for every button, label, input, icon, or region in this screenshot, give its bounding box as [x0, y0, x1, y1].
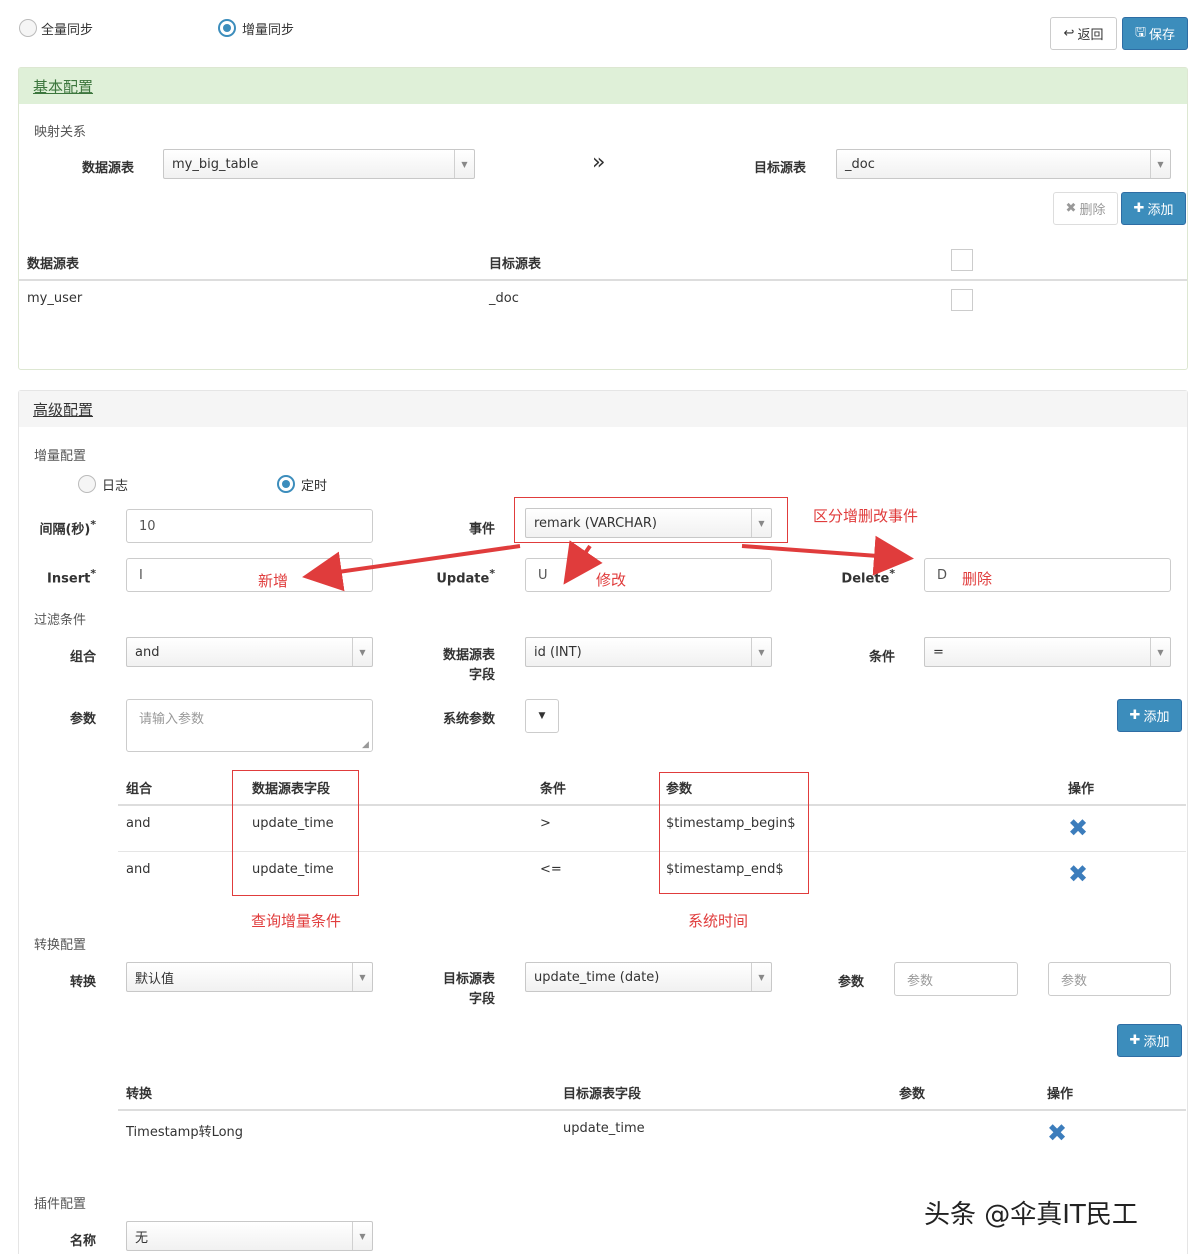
insert-arrow — [302, 544, 521, 592]
watermark: 头条 @伞真IT民工 — [924, 1200, 1138, 1230]
update-arrow — [563, 540, 603, 585]
annotation-arrows — [302, 535, 914, 592]
delete-arrow — [741, 535, 914, 576]
